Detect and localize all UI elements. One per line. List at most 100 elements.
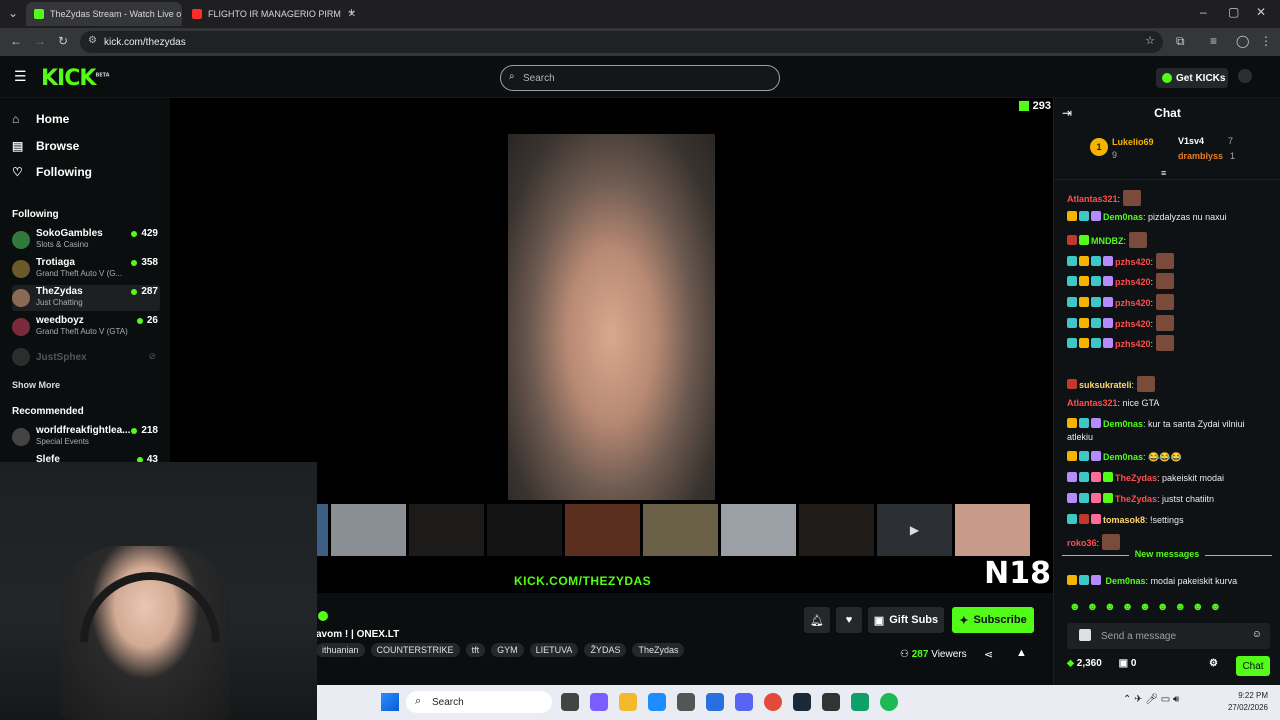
tag[interactable]: GYM xyxy=(491,643,524,657)
tab-inactive[interactable]: FLIGHTO IR MANAGERIO PIRM ✕ xyxy=(184,2,364,26)
tab-active[interactable]: TheZydas Stream - Watch Live o ✕ xyxy=(26,2,182,26)
emoji-icon[interactable]: ☺ xyxy=(1252,629,1262,640)
sidebar-item-following[interactable]: ♡ Following xyxy=(12,165,92,179)
avatar xyxy=(12,318,30,336)
close-window-icon[interactable]: ✕ xyxy=(1256,5,1266,19)
new-tab-icon[interactable]: + xyxy=(348,5,355,19)
taskbar-search-label: Search xyxy=(432,696,464,708)
gift-icon[interactable] xyxy=(1079,629,1091,641)
chat-username[interactable]: pzhs420 xyxy=(1115,319,1151,329)
channel-item-trotiaga[interactable]: Trotiaga Grand Theft Auto V (G... 358 xyxy=(12,256,160,282)
media-icon[interactable]: ≡ xyxy=(1210,34,1217,48)
report-icon[interactable]: ▲ xyxy=(1016,647,1027,659)
close-tab-icon[interactable]: ✕ xyxy=(181,9,182,20)
minimize-icon[interactable]: – xyxy=(1200,5,1207,19)
chat-username[interactable]: TheZydas xyxy=(1115,473,1157,483)
channel-item-thezydas[interactable]: TheZydas Just Chatting 287 xyxy=(12,285,160,311)
clock[interactable]: 9:22 PM 27/02/2026 xyxy=(1228,690,1268,714)
tab-search-icon[interactable]: ⌄ xyxy=(8,6,18,20)
chat-username[interactable]: MNDBZ xyxy=(1091,236,1124,246)
get-kicks-button[interactable]: Get KICKs xyxy=(1156,68,1228,88)
discord-icon[interactable] xyxy=(735,693,753,711)
leader-name[interactable]: Lukelio69 xyxy=(1112,137,1154,147)
chat-username[interactable]: Dem0nas xyxy=(1103,452,1143,462)
chat-username[interactable]: pzhs420 xyxy=(1115,339,1151,349)
app-icon[interactable] xyxy=(851,693,869,711)
profile-icon[interactable]: ◯ xyxy=(1236,34,1249,48)
store-icon[interactable] xyxy=(677,693,695,711)
chrome-icon[interactable] xyxy=(764,693,782,711)
hamburger-menu-icon[interactable]: ☰ xyxy=(14,68,27,85)
notify-bell-button[interactable]: 🔔︎ xyxy=(804,607,830,633)
tag[interactable]: ŽYDAS xyxy=(584,643,627,657)
chat-username[interactable]: pzhs420 xyxy=(1115,298,1151,308)
system-tray-icons[interactable]: ⌃ ✈ 🎤︎ ▭ 🔊︎ xyxy=(1123,694,1179,705)
chat-username[interactable]: roko36 xyxy=(1067,538,1097,548)
chat-username[interactable]: TheZydas xyxy=(1115,494,1157,504)
chat-username[interactable]: pzhs420 xyxy=(1115,277,1151,287)
gift-subs-button[interactable]: ▣ Gift Subs xyxy=(868,607,944,633)
chat-username[interactable]: tomasok8 xyxy=(1103,515,1145,525)
leader-name[interactable]: dramblyss xyxy=(1178,151,1223,161)
app-icon[interactable] xyxy=(822,693,840,711)
maximize-icon[interactable]: ▢ xyxy=(1228,5,1239,19)
sidebar-item-home[interactable]: ⌂ Home xyxy=(12,112,69,126)
chat-username[interactable]: pzhs420 xyxy=(1115,257,1151,267)
user-avatar[interactable] xyxy=(1238,69,1252,83)
show-more-link[interactable]: Show More xyxy=(12,380,60,390)
channel-item-justsphex-offline[interactable]: JustSphex ⊘ xyxy=(12,348,160,374)
new-messages-divider[interactable]: New messages xyxy=(1062,549,1272,566)
url-field[interactable]: ⚙ kick.com/thezydas ☆ xyxy=(80,31,1163,53)
tag[interactable]: LIETUVA xyxy=(529,643,579,657)
chat-username[interactable]: Atlantas321 xyxy=(1067,194,1118,204)
chat-input[interactable]: Send a message ☺ xyxy=(1067,623,1270,649)
reload-icon[interactable]: ↻ xyxy=(58,34,68,48)
tag[interactable]: ithuanian xyxy=(316,643,365,657)
channel-name: TheZydas xyxy=(36,286,83,297)
chat-username[interactable]: suksukrateli xyxy=(1079,380,1132,390)
expand-leaderboard-icon[interactable]: ≡ xyxy=(1161,168,1166,178)
copilot-icon[interactable] xyxy=(590,693,608,711)
tag[interactable]: tft xyxy=(465,643,486,657)
chat-username[interactable]: Dem0nas xyxy=(1106,576,1146,586)
extensions-icon[interactable]: ⧉ xyxy=(1176,34,1185,49)
star-icon: ✦ xyxy=(959,614,969,627)
gift-count[interactable]: 0 xyxy=(1131,658,1137,669)
windows-start-icon[interactable] xyxy=(381,693,399,711)
address-bar-row: ← → ↻ ⚙ kick.com/thezydas ☆ ⧉ ≡ ◯ ⋮ xyxy=(0,28,1280,56)
chat-username[interactable]: Dem0nas xyxy=(1103,419,1143,429)
leader-name[interactable]: V1sv4 xyxy=(1178,136,1204,146)
file-explorer-icon[interactable] xyxy=(619,693,637,711)
site-info-icon[interactable]: ⚙ xyxy=(88,35,97,46)
share-icon[interactable]: ⋖ xyxy=(984,648,993,661)
channel-item-sokogambles[interactable]: SokoGambles Slots & Casino 429 xyxy=(12,227,160,253)
task-view-icon[interactable] xyxy=(561,693,579,711)
send-chat-button[interactable]: Chat xyxy=(1236,656,1270,676)
forward-icon[interactable]: → xyxy=(34,34,46,48)
chat-username[interactable]: Dem0nas xyxy=(1103,212,1143,222)
sidebar-item-browse[interactable]: ▤ Browse xyxy=(12,139,79,153)
mail-icon[interactable] xyxy=(706,693,724,711)
spotify-icon[interactable] xyxy=(880,693,898,711)
chat-badge-icon xyxy=(1067,297,1077,307)
stream-title: avom ! | ONEX.LT xyxy=(316,629,400,640)
chat-settings-icon[interactable]: ⚙ xyxy=(1209,658,1218,669)
channel-item-weedboyz[interactable]: weedboyz Grand Theft Auto V (GTA) 26 xyxy=(12,314,160,340)
back-icon[interactable]: ← xyxy=(10,34,22,48)
edge-icon[interactable] xyxy=(648,693,666,711)
bookmark-star-icon[interactable]: ☆ xyxy=(1145,34,1155,47)
emote-quick-bar[interactable]: ☻☻☻☻☻☻☻☻☻ xyxy=(1069,601,1227,613)
tag[interactable]: COUNTERSTRIKE xyxy=(370,643,460,657)
tag[interactable]: TheZydas xyxy=(632,643,685,657)
subscribe-button[interactable]: ✦ Subscribe xyxy=(952,607,1034,633)
channel-points[interactable]: 2,360 xyxy=(1077,658,1102,669)
kick-logo[interactable]: KICKBETA xyxy=(41,66,110,91)
taskbar-search[interactable]: ⌕ Search xyxy=(406,691,552,713)
menu-kebab-icon[interactable]: ⋮ xyxy=(1260,34,1272,48)
channel-item-worldfreakfightleague[interactable]: worldfreakfightlea... Special Events 218 xyxy=(12,424,160,450)
follow-heart-button[interactable]: ♥ xyxy=(836,607,862,633)
chat-badge-icon xyxy=(1091,276,1101,286)
chat-username[interactable]: Atlantas321 xyxy=(1067,398,1118,408)
steam-icon[interactable] xyxy=(793,693,811,711)
search-input[interactable]: ⌕ Search xyxy=(500,65,780,91)
